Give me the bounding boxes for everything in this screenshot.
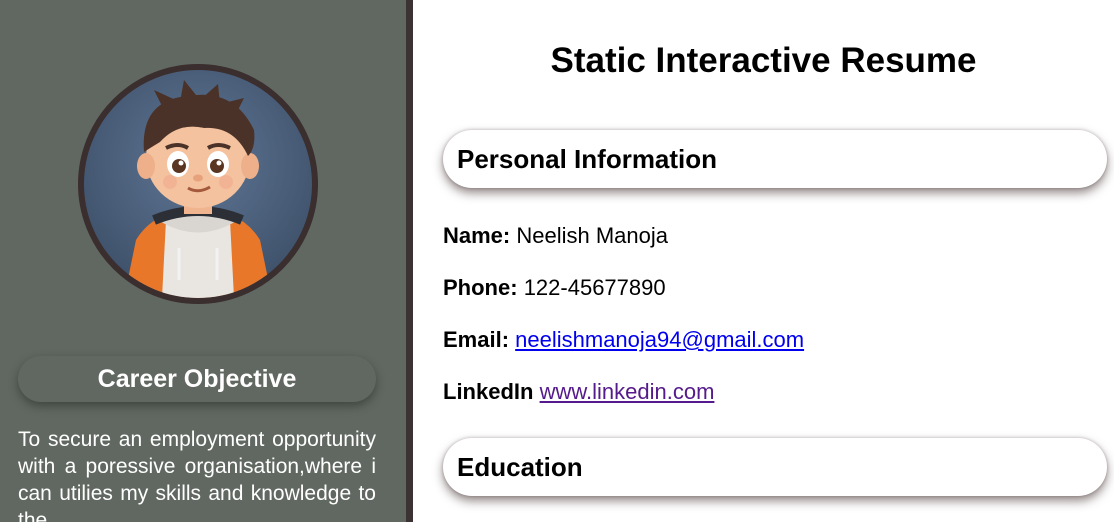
name-row: Name: Neelish Manoja [443, 223, 668, 249]
email-label: Email: [443, 327, 510, 352]
linkedin-label: LinkedIn [443, 379, 534, 404]
sidebar: Career Objective To secure an employment… [0, 0, 406, 522]
career-objective-heading: Career Objective [18, 356, 376, 402]
profile-avatar [78, 64, 318, 304]
name-value: Neelish Manoja [516, 223, 669, 248]
linkedin-link[interactable]: www.linkedin.com [540, 379, 715, 404]
page-title: Static Interactive Resume [550, 41, 977, 80]
name-label: Name: [443, 223, 511, 248]
personal-information-heading: Personal Information [443, 130, 1107, 188]
email-row: Email: neelishmanoja94@gmail.com [443, 327, 804, 353]
linkedin-row: LinkedIn www.linkedin.com [443, 379, 714, 405]
education-heading: Education [443, 438, 1107, 496]
phone-label: Phone: [443, 275, 518, 300]
sidebar-divider [406, 0, 413, 522]
phone-value: 122-45677890 [523, 275, 666, 300]
email-link[interactable]: neelishmanoja94@gmail.com [515, 327, 804, 352]
cartoon-avatar-illustration [124, 80, 272, 298]
phone-row: Phone: 122-45677890 [443, 275, 666, 301]
career-objective-text: To secure an employment opportunity with… [18, 428, 376, 522]
